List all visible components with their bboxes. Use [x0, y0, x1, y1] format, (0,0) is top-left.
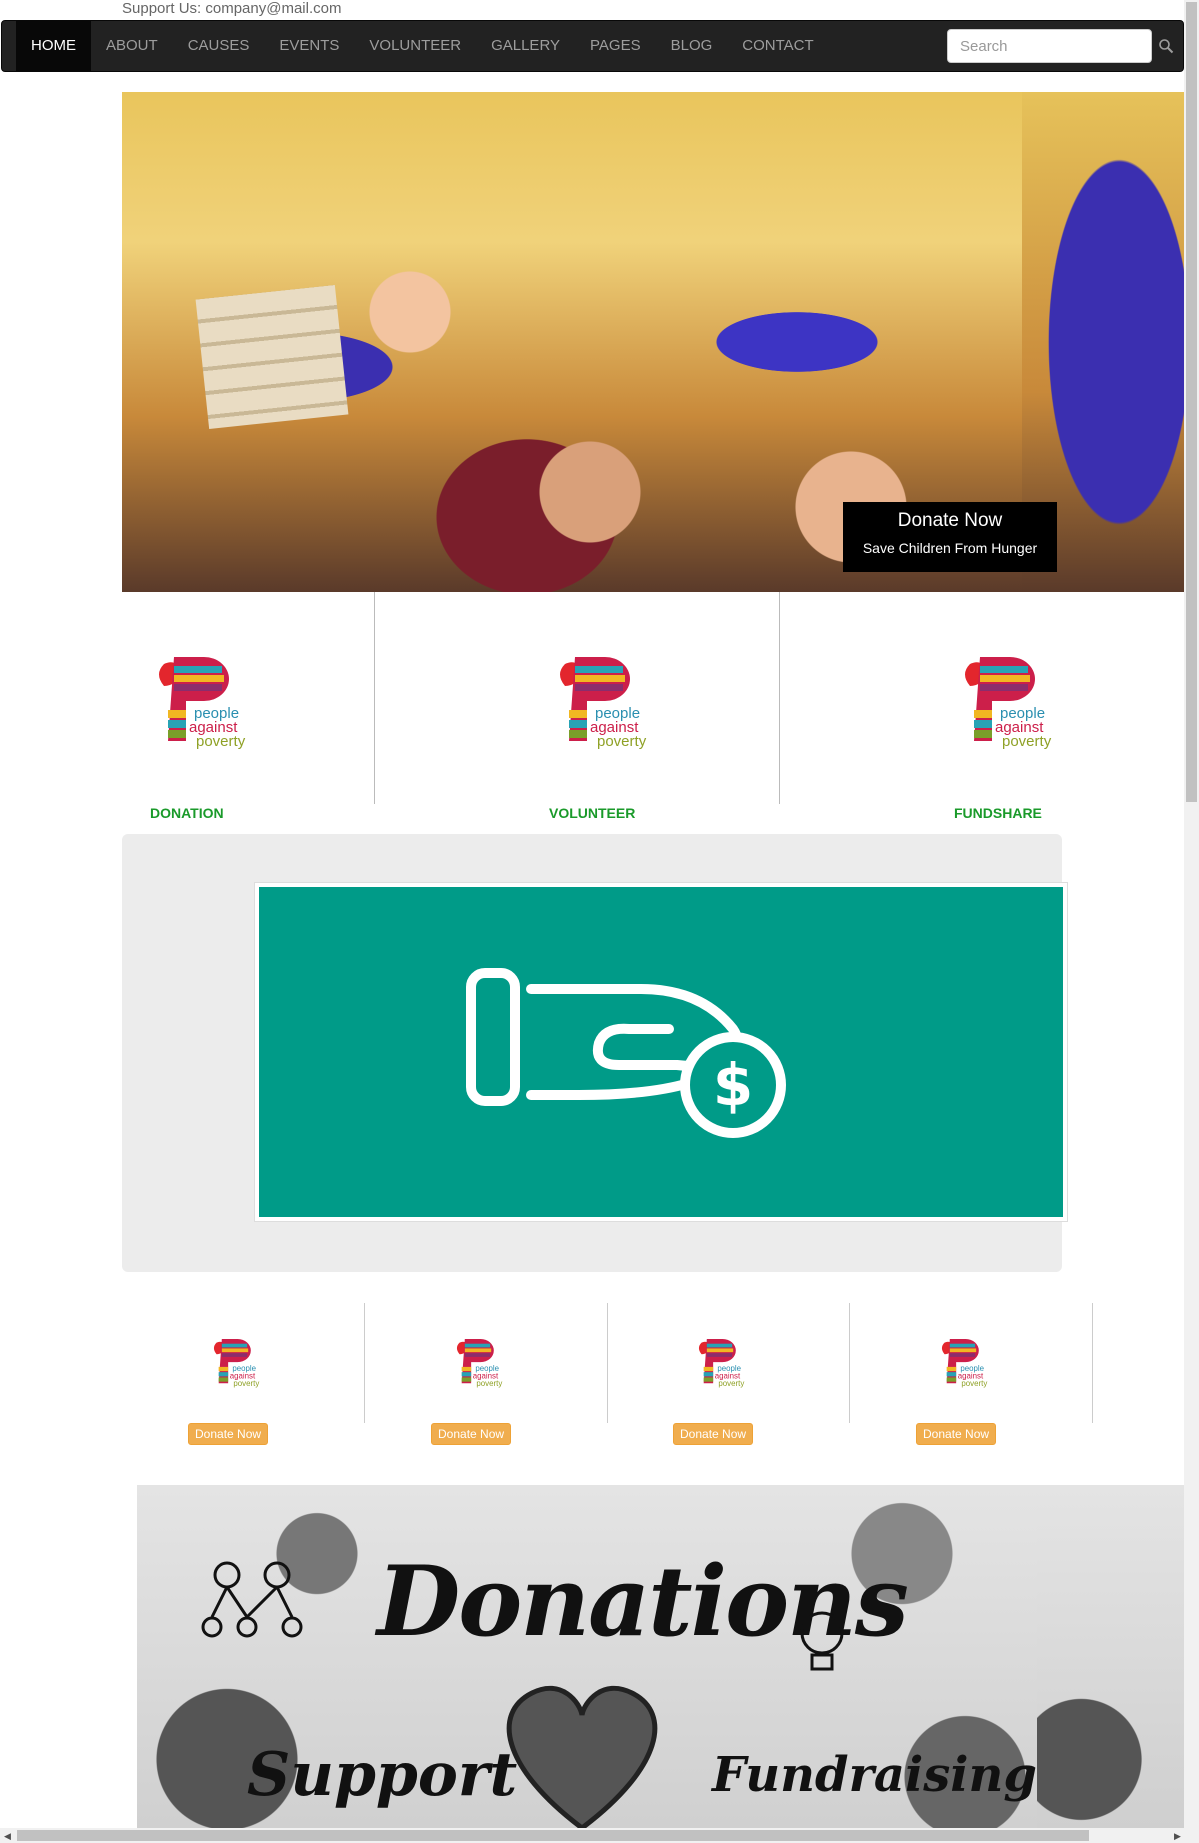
- nav-menu: HOME ABOUT CAUSES EVENTS VOLUNTEER GALLE…: [16, 21, 829, 71]
- donate-panel-background: $: [259, 887, 1063, 1217]
- vertical-scrollbar[interactable]: [1184, 0, 1199, 1828]
- feature-label-volunteer[interactable]: VOLUNTEER: [549, 805, 635, 821]
- people-against-poverty-logo: [449, 1335, 507, 1393]
- donate-now-button[interactable]: Donate Now: [673, 1423, 754, 1445]
- donate-panel-image: $: [254, 882, 1068, 1222]
- donate-cards-row: Donate Now Donate Now Donate Now Donate …: [122, 1303, 1093, 1448]
- donate-card: Donate Now: [607, 1303, 850, 1445]
- banner-support-text: Support: [247, 1740, 518, 1810]
- nav-item-causes[interactable]: CAUSES: [173, 21, 265, 71]
- scroll-right-arrow-icon[interactable]: ▶: [1174, 1831, 1181, 1842]
- nav-item-home[interactable]: HOME: [16, 21, 91, 71]
- people-against-poverty-logo: [691, 1335, 749, 1393]
- donate-now-button[interactable]: Donate Now: [916, 1423, 997, 1445]
- nav-item-about[interactable]: ABOUT: [91, 21, 173, 71]
- scroll-left-arrow-icon[interactable]: ◀: [4, 1831, 11, 1842]
- feature-fundshare[interactable]: FUNDSHARE: [780, 592, 1184, 821]
- donate-now-button[interactable]: Donate Now: [431, 1423, 512, 1445]
- donations-banner-carousel[interactable]: Donations Support Fundraising: [137, 1485, 1184, 1828]
- nav-item-contact[interactable]: CONTACT: [727, 21, 828, 71]
- nav-item-blog[interactable]: BLOG: [656, 21, 728, 71]
- vertical-scrollbar-thumb[interactable]: [1186, 2, 1197, 802]
- feature-volunteer[interactable]: VOLUNTEER: [375, 592, 780, 821]
- people-against-poverty-logo: [934, 1335, 992, 1393]
- support-email-text: Support Us: company@mail.com: [122, 0, 342, 17]
- banner-fundraising-text: Fundraising: [712, 1747, 1037, 1803]
- svg-text:$: $: [713, 1051, 753, 1119]
- nav-item-pages[interactable]: PAGES: [575, 21, 656, 71]
- feature-donation[interactable]: DONATION: [122, 592, 375, 821]
- horizontal-scrollbar[interactable]: ◀ ▶: [0, 1828, 1199, 1843]
- hero-caption-title: Donate Now: [897, 510, 1003, 531]
- donate-card: Donate Now: [850, 1303, 1093, 1445]
- hero-caption: Donate Now Save Children From Hunger: [843, 502, 1057, 572]
- hero-boxes-graphic: [195, 285, 349, 429]
- feature-label-fundshare[interactable]: FUNDSHARE: [954, 805, 1042, 821]
- hero-caption-subtitle: Save Children From Hunger: [862, 540, 1038, 556]
- search-input[interactable]: [947, 29, 1152, 63]
- hand-coin-dollar-icon: $: [466, 968, 786, 1138]
- people-against-poverty-logo: [144, 652, 254, 757]
- lightbulb-icon: [800, 1611, 844, 1671]
- nav-item-volunteer[interactable]: VOLUNTEER: [354, 21, 476, 71]
- search-icon[interactable]: [1158, 38, 1174, 54]
- donate-now-button[interactable]: Donate Now: [188, 1423, 269, 1445]
- donate-panel-well: $: [122, 834, 1068, 1272]
- network-people-icon: [201, 1561, 303, 1638]
- nav-item-gallery[interactable]: GALLERY: [476, 21, 575, 71]
- heart-icon: [506, 1685, 658, 1828]
- top-navbar: HOME ABOUT CAUSES EVENTS VOLUNTEER GALLE…: [1, 20, 1184, 72]
- feature-label-donation[interactable]: DONATION: [150, 805, 224, 821]
- people-against-poverty-logo: [950, 652, 1060, 757]
- banner-next-slide-image: [1037, 1485, 1184, 1828]
- nav-item-events[interactable]: EVENTS: [264, 21, 354, 71]
- people-against-poverty-logo: [206, 1335, 264, 1393]
- donations-banner-image: Donations Support Fundraising: [137, 1485, 1037, 1828]
- people-against-poverty-logo: [545, 652, 655, 757]
- donate-card: Donate Now: [365, 1303, 608, 1445]
- hero-carousel[interactable]: Donate Now Save Children From Hunger: [122, 92, 1184, 592]
- horizontal-scrollbar-thumb[interactable]: [17, 1830, 1089, 1841]
- donate-card: Donate Now: [122, 1303, 365, 1445]
